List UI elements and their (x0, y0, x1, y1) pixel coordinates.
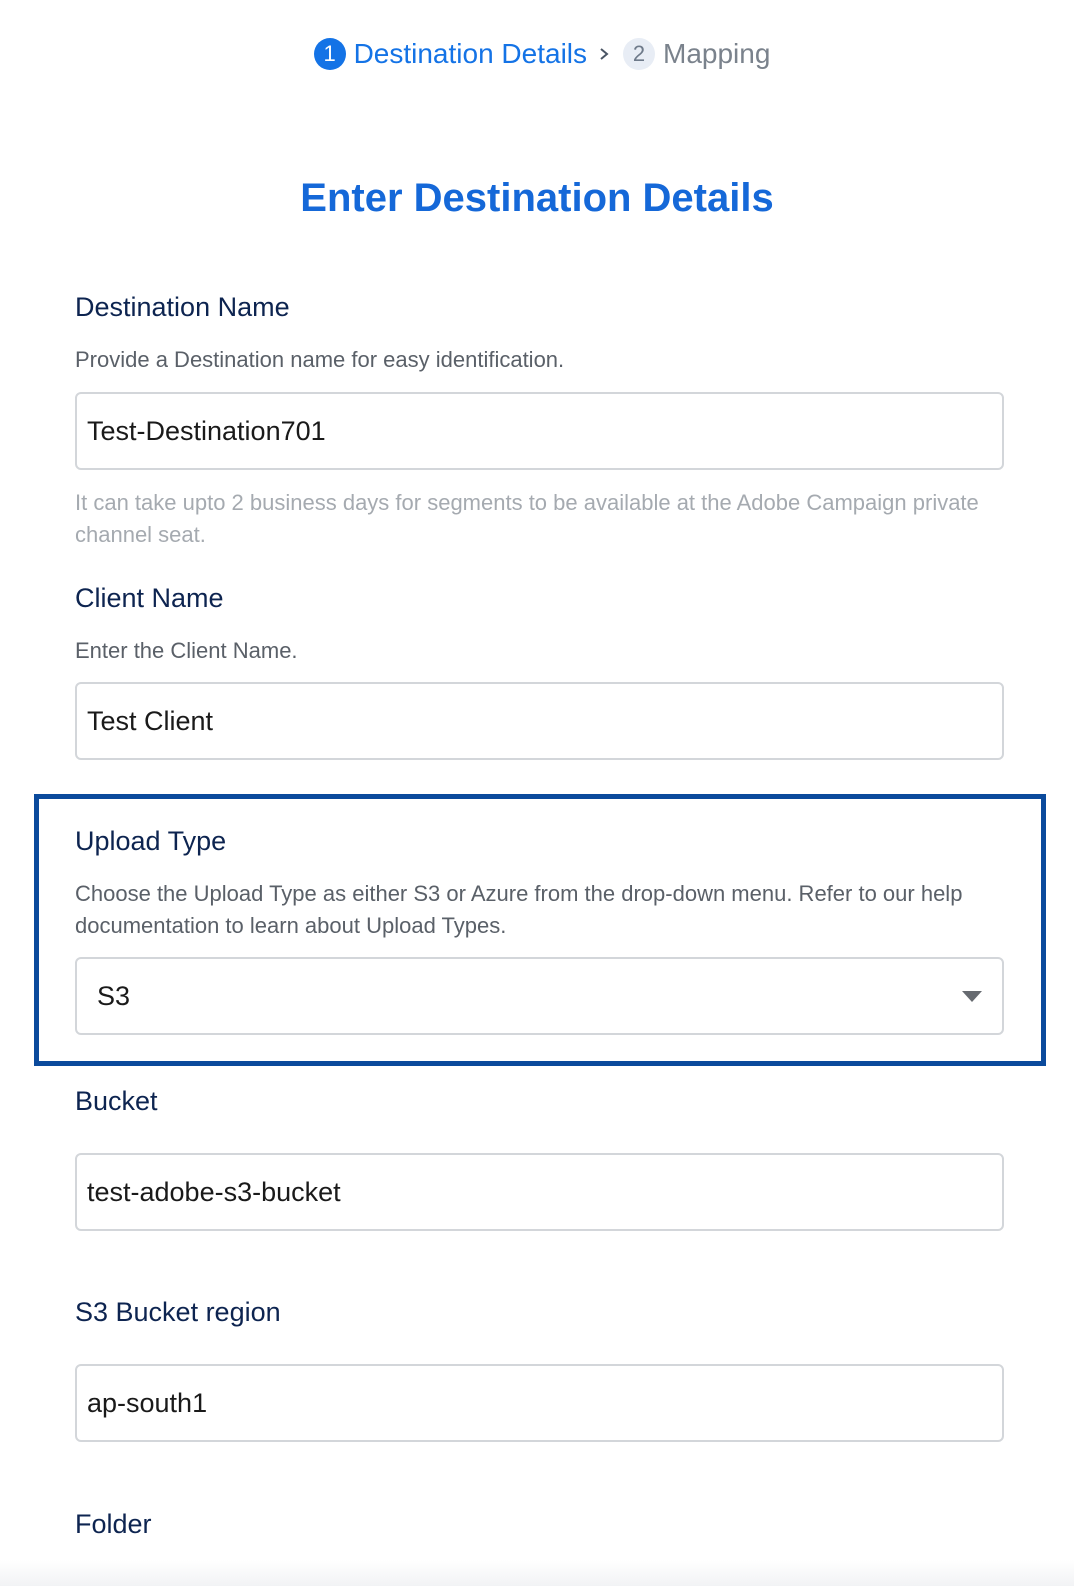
step-label-mapping: Mapping (663, 38, 771, 69)
destination-name-input[interactable] (75, 392, 1004, 470)
step-label-destination-details: Destination Details (353, 38, 588, 69)
s3-bucket-region-label: S3 Bucket region (75, 1297, 281, 1327)
destination-name-help: Provide a Destination name for easy iden… (75, 347, 565, 372)
upload-type-select[interactable]: S3 (75, 957, 1004, 1035)
destination-name-note: It can take upto 2 business days for seg… (75, 490, 979, 547)
step-mapping[interactable]: 2 Mapping (623, 38, 770, 70)
s3-bucket-region-input[interactable] (75, 1364, 1004, 1442)
destination-name-label: Destination Name (75, 292, 290, 322)
step-number-1: 1 (313, 38, 346, 70)
chevron-right-icon (599, 47, 609, 61)
client-name-label: Client Name (75, 583, 224, 613)
bottom-fade (0, 1560, 1074, 1586)
client-name-input[interactable] (75, 682, 1004, 760)
upload-type-help: Choose the Upload Type as either S3 or A… (75, 881, 963, 938)
upload-type-selected-value: S3 (97, 980, 131, 1011)
stepper: 1 Destination Details 2 Mapping (0, 38, 1074, 70)
caret-down-icon (962, 990, 982, 1002)
bucket-input[interactable] (75, 1153, 1004, 1231)
step-destination-details[interactable]: 1 Destination Details (313, 38, 588, 70)
upload-type-label: Upload Type (75, 826, 227, 856)
destination-details-page: 1 Destination Details 2 Mapping Enter De… (0, 0, 1074, 1586)
folder-label: Folder (75, 1509, 152, 1539)
client-name-help: Enter the Client Name. (75, 638, 298, 663)
step-number-2: 2 (623, 38, 656, 70)
bucket-label: Bucket (75, 1086, 158, 1116)
page-title: Enter Destination Details (300, 176, 774, 220)
